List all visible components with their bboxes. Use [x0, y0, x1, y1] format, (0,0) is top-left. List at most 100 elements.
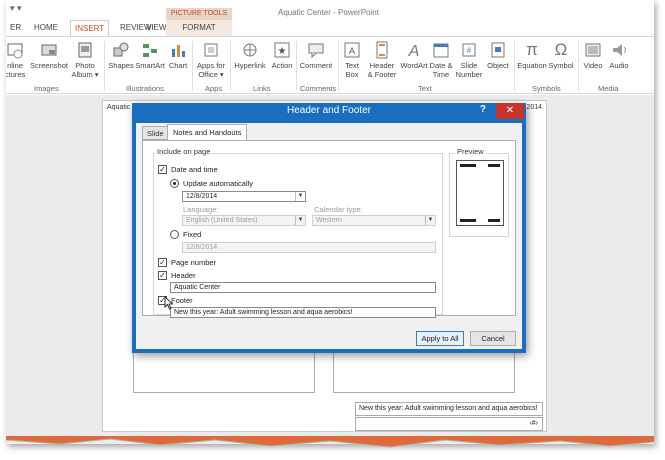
video-button[interactable]: Video	[580, 41, 606, 70]
language-label: Language:	[183, 205, 219, 214]
preview-date-mark	[488, 164, 500, 167]
include-on-page-label: Include on page	[155, 147, 213, 156]
online-pictures-button[interactable]: nline ctures	[6, 41, 28, 79]
title-bar: ▾ ▾ PICTURE TOOLS Aquatic Center - Power…	[6, 0, 654, 20]
fixed-date-input[interactable]: 12/8/2014	[182, 242, 436, 253]
help-icon[interactable]: ?	[480, 104, 486, 115]
svg-text:A: A	[349, 46, 355, 56]
slide-number-button[interactable]: # Slide Number	[455, 41, 483, 79]
header-text-input[interactable]: Aquatic Center	[170, 282, 436, 293]
fixed-date-radio[interactable]	[170, 230, 179, 239]
include-on-page-group: ✓ Date and time Update automatically 12/…	[153, 153, 443, 318]
group-label-text: Text	[418, 84, 432, 93]
page-number-checkbox[interactable]: ✓	[158, 258, 167, 267]
photo-album-icon	[78, 42, 92, 58]
svg-text:★: ★	[278, 46, 287, 57]
quick-access-toolbar[interactable]: ▾ ▾	[10, 3, 22, 14]
tab-format[interactable]: FORMAT	[166, 20, 232, 36]
omega-icon: Ω	[554, 40, 568, 59]
group-label-illustrations: Illustrations	[126, 84, 164, 93]
tab-home[interactable]: HOME	[34, 20, 58, 36]
svg-text:A: A	[408, 43, 420, 59]
screenshot-icon	[41, 44, 57, 56]
hyperlink-button[interactable]: Hyperlink	[232, 41, 268, 70]
dialog-body: Slide Notes and Handouts ✓ Date and time…	[136, 123, 522, 349]
symbol-button[interactable]: Ω Symbol	[548, 40, 574, 71]
group-label-links: Links	[253, 84, 271, 93]
chart-button[interactable]: Chart	[167, 41, 189, 70]
update-automatically-radio[interactable]	[170, 179, 179, 188]
tab-file[interactable]: ER	[10, 20, 21, 36]
text-box-icon: A	[344, 42, 360, 58]
group-separator	[578, 41, 579, 91]
screenshot-frame: ▾ ▾ PICTURE TOOLS Aquatic Center - Power…	[6, 0, 654, 444]
action-star-icon: ★	[274, 42, 290, 58]
slide-date-text: 2014	[526, 104, 542, 111]
slide-footer-placeholder[interactable]: New this year: Adult swimming lesson and…	[355, 402, 543, 416]
chevron-down-icon: ▼	[295, 192, 305, 201]
fixed-date-label: Fixed	[183, 230, 202, 239]
photo-album-button[interactable]: Photo Album ▾	[70, 41, 100, 79]
globe-link-icon	[243, 43, 257, 57]
notes-handouts-panel: ✓ Date and time Update automatically 12/…	[142, 140, 516, 318]
speaker-icon	[613, 44, 626, 56]
group-separator	[104, 41, 105, 91]
group-label-images: Images	[34, 84, 59, 93]
shapes-button[interactable]: Shapes	[108, 41, 134, 70]
slide-number-icon: #	[462, 43, 476, 57]
calendar-icon	[433, 43, 449, 58]
online-pictures-icon	[7, 43, 23, 59]
chevron-down-icon: ▼	[295, 216, 305, 225]
comment-icon	[308, 43, 324, 59]
preview-label: Preview	[455, 147, 486, 156]
apps-for-office-button[interactable]: Apps for Office ▾	[194, 41, 228, 79]
tab-insert[interactable]: INSERT	[70, 20, 110, 36]
smartart-icon	[143, 44, 157, 57]
header-checkbox[interactable]: ✓	[158, 271, 167, 280]
language-dropdown[interactable]: English (United States) ▼	[182, 215, 306, 226]
svg-text:#: #	[467, 46, 472, 55]
auto-date-dropdown[interactable]: 12/8/2014 ▼	[182, 191, 306, 202]
group-label-comments: Comments	[300, 84, 337, 93]
wordart-button[interactable]: A WordArt	[400, 41, 428, 70]
preview-page-number-mark	[488, 219, 500, 222]
header-footer-button[interactable]: Header & Footer	[365, 41, 399, 79]
update-automatically-label: Update automatically	[183, 179, 254, 188]
footer-label: Footer	[171, 296, 193, 305]
close-icon[interactable]: ✕	[496, 103, 524, 119]
mouse-pointer-icon	[164, 296, 174, 310]
date-time-label: Date and time	[171, 165, 218, 174]
footer-text-input[interactable]: New this year: Adult swimming lesson and…	[170, 307, 436, 318]
group-separator	[192, 41, 193, 91]
preview-page	[456, 160, 504, 226]
smartart-button[interactable]: SmartArt	[134, 41, 166, 70]
apply-to-all-button[interactable]: Apply to All	[416, 331, 464, 346]
action-button[interactable]: ★ Action	[269, 41, 295, 70]
picture-tools-label: PICTURE TOOLS	[166, 8, 232, 20]
cancel-button[interactable]: Cancel	[470, 331, 516, 346]
text-box-button[interactable]: A Text Box	[340, 41, 364, 79]
date-time-checkbox[interactable]: ✓	[158, 165, 167, 174]
slide-page-number-placeholder[interactable]: ‹#›	[355, 417, 543, 431]
header-label: Header	[171, 271, 196, 280]
tab-notes-and-handouts[interactable]: Notes and Handouts	[167, 124, 248, 140]
screenshot-button[interactable]: Screenshot	[30, 41, 68, 70]
object-button[interactable]: Object	[484, 41, 512, 70]
group-label-symbols: Symbols	[532, 84, 561, 93]
comment-button[interactable]: Comment	[298, 41, 334, 70]
header-footer-dialog: Header and Footer ? ✕ Slide Notes and Ha…	[132, 103, 526, 353]
preview-group	[449, 153, 509, 237]
tab-view[interactable]: VIEW	[146, 20, 166, 36]
calendar-type-dropdown[interactable]: Western ▼	[312, 215, 436, 226]
date-time-button[interactable]: Date & Time	[428, 41, 454, 79]
object-icon	[491, 42, 505, 58]
header-footer-icon	[376, 41, 388, 59]
wordart-icon: A	[408, 43, 420, 59]
audio-button[interactable]: Audio	[606, 41, 632, 70]
tab-slide[interactable]: Slide	[142, 126, 169, 140]
preview-footer-mark	[460, 219, 476, 222]
group-separator	[514, 41, 515, 91]
equation-button[interactable]: π Equation	[516, 41, 548, 71]
group-separator	[230, 41, 231, 91]
shapes-icon	[113, 42, 129, 57]
